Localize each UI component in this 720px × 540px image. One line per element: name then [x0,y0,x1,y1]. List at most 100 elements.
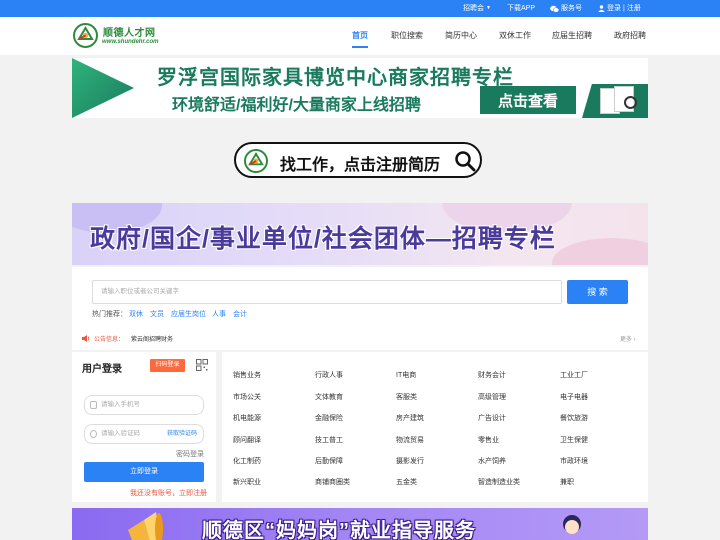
category-link[interactable]: 商铺商圈类 [315,477,350,487]
shield-icon [90,430,97,438]
password-login-link[interactable]: 密码登录 [176,449,204,459]
recruit-fair-menu[interactable]: 招聘会 ▼ [463,0,491,17]
category-link[interactable]: 房产建筑 [396,413,424,423]
nav-government-jobs[interactable]: 政府招聘 [614,30,646,41]
search-input[interactable]: 请输入职位或者公司关键字 [92,280,562,304]
category-link[interactable]: 物流贸易 [396,435,424,445]
chevron-down-icon: ▼ [486,5,491,11]
speaker-icon [82,335,90,342]
nav-job-search[interactable]: 职位搜索 [391,30,423,41]
code-field[interactable]: 请输入验证码 获取验证码 [84,424,204,444]
wechat-icon [550,5,559,13]
category-link[interactable]: 高级管理 [478,392,506,402]
separator: | [623,5,625,12]
category-link[interactable]: 后勤保障 [315,456,343,466]
magnifier-icon [624,96,637,109]
phone-icon [90,401,97,409]
category-link[interactable]: IT电商 [396,370,416,380]
category-link[interactable]: 市政环境 [560,456,588,466]
furniture-expo-banner[interactable]: 罗浮宫国际家具博览中心商家招聘专栏 环境舒适/福利好/大量商家上线招聘 点击查看 [72,58,648,118]
mothers-jobs-banner[interactable]: 顺德区“妈妈岗”就业指导服务 [72,508,648,540]
user-icon [598,5,605,12]
banner-decoration [72,58,134,118]
nav-weekend-jobs[interactable]: 双休工作 [499,30,531,41]
logo-url: www.shundehr.com [102,39,159,45]
login-link[interactable]: 登录 [607,0,621,17]
scan-login-badge[interactable]: 扫码登录 [150,359,185,372]
phone-placeholder: 请输入手机号 [101,401,140,408]
category-link[interactable]: 金融保险 [315,413,343,423]
category-link[interactable]: 餐饮旅游 [560,413,588,423]
login-title: 用户登录 [82,364,122,375]
category-link[interactable]: 五金类 [396,477,417,487]
register-link[interactable]: 注册 [627,0,641,17]
category-link[interactable]: 化工制药 [233,456,261,466]
banner-headline: 罗浮宫国际家具博览中心商家招聘专栏 [157,67,514,89]
document-illustration [582,84,648,118]
login-panel: 用户登录 扫码登录 请输入手机号 请输入验证码 获取验证码 密码登录 立即登录 … [72,352,216,502]
notice-label: 公告信息： [94,337,125,343]
nav-active-indicator [352,46,368,48]
hot-tag[interactable]: 应届生岗位 [171,309,206,319]
category-link[interactable]: 水产饲养 [478,456,506,466]
category-link[interactable]: 市场公关 [233,392,261,402]
top-bar: 招聘会 ▼ 下载APP 服务号 登录 | 注册 [0,0,720,17]
search-button[interactable]: 搜 索 [567,280,628,304]
search-icon [455,151,476,172]
nav-resume-center[interactable]: 简历中心 [445,30,477,41]
hot-tag[interactable]: 人事 [212,309,226,319]
category-link[interactable]: 销售业务 [233,370,261,380]
banner-subline: 环境舒适/福利好/大量商家上线招聘 [172,97,421,114]
category-link[interactable]: 技工普工 [315,435,343,445]
hot-tag[interactable]: 文员 [150,309,164,319]
category-link[interactable]: 兼职 [560,477,574,487]
get-code-button[interactable]: 获取验证码 [167,425,197,443]
logo-icon[interactable] [73,23,98,48]
hot-tag[interactable]: 双休 [129,309,143,319]
download-app-link[interactable]: 下载APP [507,0,535,17]
hot-label: 热门推荐： [92,311,127,318]
category-link[interactable]: 广告设计 [478,413,506,423]
service-account-label: 服务号 [561,5,582,12]
recruit-fair-label: 招聘会 [463,5,484,12]
government-jobs-banner[interactable]: 政府/国企/事业单位/社会团体—招聘专栏 [72,203,648,265]
category-link[interactable]: 电子电器 [560,392,588,402]
category-link[interactable]: 智造制造业类 [478,477,520,487]
download-app-label: 下载APP [507,5,536,12]
category-link[interactable]: 工业工厂 [560,370,588,380]
category-link[interactable]: 行政人事 [315,370,343,380]
logo-mark [248,151,264,166]
banner-headline: 顺德区“妈妈岗”就业指导服务 [202,520,476,540]
category-link[interactable]: 零售业 [478,435,499,445]
view-button[interactable]: 点击查看 [480,86,576,114]
nav-graduate-jobs[interactable]: 应届生招聘 [552,30,592,41]
job-category-grid: 销售业务 行政人事 IT电商 财务会计 工业工厂 市场公关 文体教育 客服类 高… [222,352,648,502]
phone-field[interactable]: 请输入手机号 [84,395,204,415]
notice-more-link[interactable]: 更多 › [620,334,636,343]
category-link[interactable]: 卫生保健 [560,435,588,445]
login-button[interactable]: 立即登录 [84,462,204,482]
category-link[interactable]: 财务会计 [478,370,506,380]
category-link[interactable]: 新兴职业 [233,477,261,487]
logo-title[interactable]: 顺德人才网 [103,24,156,39]
code-placeholder: 请输入验证码 [101,430,140,437]
register-link[interactable]: 我还没有账号，立即注册 [130,488,207,498]
person-illustration [563,515,581,534]
category-link[interactable]: 文体教育 [315,392,343,402]
register-resume-text: 找工作，点击注册简历 [280,157,441,174]
logo-icon [244,149,268,173]
notice-bar: 公告信息： 紫云阁招聘财务 更多 › [72,331,648,347]
login-register-links: 登录 | 注册 [598,0,641,17]
category-link[interactable]: 机电能源 [233,413,261,423]
register-resume-banner[interactable]: 找工作，点击注册简历 [234,142,482,178]
service-account-link[interactable]: 服务号 [550,0,582,17]
category-link[interactable]: 摄影发行 [396,456,424,466]
qr-code-icon[interactable] [196,359,208,371]
notice-item[interactable]: 紫云阁招聘财务 [131,334,173,343]
category-link[interactable]: 顾问翻译 [233,435,261,445]
hot-tag[interactable]: 会计 [233,309,247,319]
category-link[interactable]: 客服类 [396,392,417,402]
nav-home[interactable]: 首页 [352,30,368,41]
banner-headline: 政府/国企/事业单位/社会团体—招聘专栏 [90,225,556,253]
logo-mark [77,26,94,40]
